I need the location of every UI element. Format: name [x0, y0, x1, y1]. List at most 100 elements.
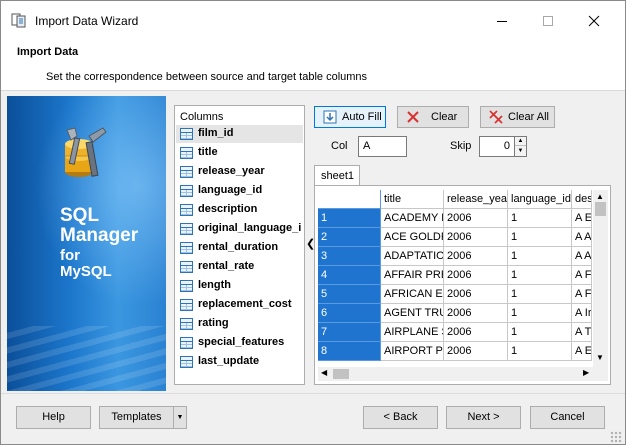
- column-item[interactable]: language_id: [176, 182, 303, 200]
- grid-cell[interactable]: 1: [508, 266, 572, 285]
- column-icon: [180, 337, 193, 349]
- column-item[interactable]: length: [176, 277, 303, 295]
- clear-all-button[interactable]: Clear All: [480, 106, 555, 128]
- grid-cell[interactable]: 1: [508, 209, 572, 228]
- grid-cell[interactable]: 6: [318, 304, 381, 323]
- grid-cell[interactable]: 1: [508, 304, 572, 323]
- grid-cell[interactable]: ACE GOLDF: [381, 228, 444, 247]
- horizontal-scrollbar[interactable]: ◀ ▶: [318, 367, 608, 381]
- grid-cell[interactable]: 2006: [444, 209, 508, 228]
- column-item[interactable]: description: [176, 201, 303, 219]
- column-item[interactable]: rental_duration: [176, 239, 303, 257]
- clear-button[interactable]: Clear: [397, 106, 469, 128]
- close-button[interactable]: [571, 7, 617, 35]
- resize-grip-icon[interactable]: [610, 431, 622, 443]
- column-item[interactable]: original_language_i: [176, 220, 303, 238]
- grid-cell[interactable]: 2006: [444, 285, 508, 304]
- grid-header-cell[interactable]: des: [572, 190, 592, 209]
- grid-cell[interactable]: A F: [572, 285, 592, 304]
- grid-cell[interactable]: 2006: [444, 342, 508, 361]
- grid-cell[interactable]: 2006: [444, 266, 508, 285]
- spin-down-icon[interactable]: ▼: [515, 147, 526, 156]
- grid-header-cell[interactable]: title: [381, 190, 444, 209]
- column-label: title: [198, 146, 218, 158]
- cancel-button[interactable]: Cancel: [530, 406, 605, 429]
- clear-label: Clear: [431, 111, 458, 123]
- spin-up-icon[interactable]: ▲: [515, 137, 526, 146]
- scroll-right-icon[interactable]: ▶: [583, 368, 589, 377]
- templates-dropdown-icon[interactable]: ▼: [173, 406, 187, 429]
- column-label: rating: [198, 317, 229, 329]
- column-item[interactable]: special_features: [176, 334, 303, 352]
- column-item[interactable]: rating: [176, 315, 303, 333]
- grid-cell[interactable]: 4: [318, 266, 381, 285]
- col-input[interactable]: A: [358, 136, 407, 157]
- grid-cell[interactable]: A T: [572, 323, 592, 342]
- column-icon: [180, 147, 193, 159]
- grid-cell[interactable]: A A: [572, 228, 592, 247]
- grid-cell[interactable]: 7: [318, 323, 381, 342]
- grid-cell[interactable]: ACADEMY D: [381, 209, 444, 228]
- maximize-button[interactable]: [525, 7, 571, 35]
- grid-cell[interactable]: AIRPLANE S: [381, 323, 444, 342]
- next-button[interactable]: Next >: [446, 406, 521, 429]
- grid-cell[interactable]: 1: [318, 209, 381, 228]
- grid-cell[interactable]: 1: [508, 228, 572, 247]
- grid-cell[interactable]: 2006: [444, 304, 508, 323]
- grid-cell[interactable]: AFFAIR PRE: [381, 266, 444, 285]
- clear-all-label: Clear All: [508, 111, 549, 123]
- grid-cell[interactable]: 2006: [444, 228, 508, 247]
- column-item[interactable]: release_year: [176, 163, 303, 181]
- col-label: Col: [331, 140, 348, 152]
- grid-cell[interactable]: 1: [508, 285, 572, 304]
- templates-button[interactable]: Templates: [99, 406, 174, 429]
- minimize-button[interactable]: [479, 7, 525, 35]
- grid-cell[interactable]: 1: [508, 323, 572, 342]
- grid-cell[interactable]: 5: [318, 285, 381, 304]
- grid-cell[interactable]: 2: [318, 228, 381, 247]
- grid-cell[interactable]: AGENT TRU: [381, 304, 444, 323]
- banner-text: SQL Manager for MySQL: [60, 206, 138, 279]
- column-item[interactable]: replacement_cost: [176, 296, 303, 314]
- grid-cell[interactable]: A E: [572, 209, 592, 228]
- grid-cell[interactable]: A Ir: [572, 304, 592, 323]
- vertical-scrollbar[interactable]: ▲ ▼: [593, 190, 608, 367]
- target-columns-list[interactable]: Columns film_id title release_year langu…: [174, 105, 305, 385]
- banner-line-mysql: MySQL: [60, 262, 112, 280]
- column-icon: [180, 356, 193, 368]
- grid-cell[interactable]: 2006: [444, 323, 508, 342]
- grid-cell[interactable]: A F: [572, 266, 592, 285]
- back-button[interactable]: < Back: [363, 406, 438, 429]
- grid-cell[interactable]: A A: [572, 247, 592, 266]
- skip-spinner[interactable]: ▲ ▼: [514, 136, 527, 157]
- grid-cell[interactable]: 1: [508, 247, 572, 266]
- grid-header-cell[interactable]: release_yea: [444, 190, 508, 209]
- grid-cell[interactable]: 8: [318, 342, 381, 361]
- tab-sheet1[interactable]: sheet1: [314, 165, 360, 186]
- skip-input[interactable]: 0: [479, 136, 515, 157]
- grid-cell[interactable]: AIRPORT PC: [381, 342, 444, 361]
- scroll-left-icon[interactable]: ◀: [321, 368, 327, 377]
- grid-cell[interactable]: 3: [318, 247, 381, 266]
- grid-cell[interactable]: AFRICAN EC: [381, 285, 444, 304]
- grid-cell[interactable]: ADAPTATIO: [381, 247, 444, 266]
- horizontal-scroll-thumb[interactable]: [333, 369, 349, 379]
- grid-header-cell[interactable]: language_id: [508, 190, 572, 209]
- column-label: last_update: [198, 355, 260, 367]
- scroll-up-icon[interactable]: ▲: [596, 192, 604, 201]
- grid-cell[interactable]: 2006: [444, 247, 508, 266]
- source-data-grid[interactable]: film_id title release_yea language_id des 1 AC…: [314, 185, 611, 385]
- column-item[interactable]: film_id: [176, 125, 303, 143]
- auto-fill-button[interactable]: Auto Fill: [314, 106, 386, 128]
- help-button[interactable]: Help: [16, 406, 91, 429]
- clear-icon: [407, 111, 419, 123]
- grid-cell[interactable]: A E: [572, 342, 592, 361]
- grid-header-cell[interactable]: film_id: [318, 190, 381, 209]
- column-item[interactable]: last_update: [176, 353, 303, 371]
- column-item[interactable]: title: [176, 144, 303, 162]
- scroll-down-icon[interactable]: ▼: [596, 353, 604, 362]
- grid-cell[interactable]: 1: [508, 342, 572, 361]
- panel-splitter[interactable]: ❮: [305, 201, 315, 291]
- vertical-scroll-thumb[interactable]: [595, 202, 606, 216]
- column-item[interactable]: rental_rate: [176, 258, 303, 276]
